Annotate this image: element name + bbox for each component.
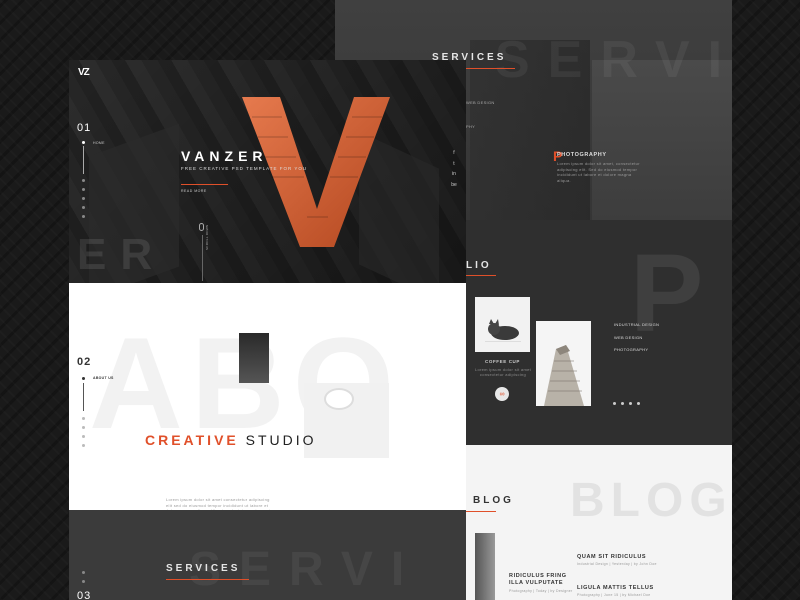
blog-ghost-text: BLOG	[570, 474, 732, 527]
card-text: Lorem ipsum dolor sit amet consectetur a…	[474, 367, 532, 377]
cat-photo[interactable]	[475, 297, 530, 352]
portfolio-underline	[466, 275, 496, 276]
about-title-rest: STUDIO	[245, 432, 317, 448]
person-photo	[239, 333, 269, 383]
category-web[interactable]: WEB DESIGN	[614, 335, 643, 340]
hero-accent-line	[181, 184, 228, 185]
blog-underline	[466, 511, 496, 512]
services-ghost-text: SERVI	[495, 31, 732, 89]
cat-image	[485, 319, 521, 342]
blog-post-3-title[interactable]: LIGULA MATTIS TELLUS	[577, 585, 654, 591]
hero-index: 01	[77, 122, 92, 134]
service-item-title: PHOTOGRAPHY	[557, 152, 607, 158]
nav-about-dot-4[interactable]	[82, 435, 85, 438]
flatiron-image	[544, 345, 584, 406]
pager-dot-3[interactable]	[629, 402, 632, 405]
behance-icon[interactable]: be	[450, 180, 458, 191]
building-card-photo[interactable]	[536, 321, 591, 406]
nav-label-home[interactable]: HOME	[93, 141, 105, 145]
portfolio-ghost-letter: P	[630, 232, 722, 355]
hero-section: VZ 01 HOME VANZER FREE CREATIVE PSD TEMP…	[69, 60, 466, 302]
front-panel: VZ 01 HOME VANZER FREE CREATIVE PSD TEMP…	[69, 60, 466, 600]
category-photography[interactable]: PHOTOGRAPHY	[614, 347, 648, 352]
hero-subtitle: FREE CREATIVE PSD TEMPLATE FOR YOU	[181, 166, 308, 171]
nav-dot-2[interactable]	[82, 179, 85, 182]
blog-post-3-meta: Photography | June 15 | by Michael Doe	[577, 593, 651, 597]
read-more-button[interactable]: READ MORE	[181, 189, 207, 193]
nav-about-dot-2[interactable]	[82, 417, 85, 420]
pager-dot-4[interactable]	[637, 402, 640, 405]
nav-dot-5[interactable]	[82, 206, 85, 209]
side-item-web[interactable]: WEB DESIGN	[466, 100, 495, 105]
nav-dot-6[interactable]	[82, 215, 85, 218]
side-item-phy[interactable]: PHY	[466, 124, 475, 129]
nav-label-about[interactable]: ABOUT US	[93, 376, 114, 380]
about-index: 02	[77, 356, 92, 368]
blog-post-2-title[interactable]: RIDICULUS FRING ILLA VULPUTATE	[509, 573, 567, 587]
blog-post-1-meta: Industrial Design | Yesterday | by John …	[577, 562, 657, 566]
pager-dot-2[interactable]	[621, 402, 624, 405]
nav-dot-4[interactable]	[82, 197, 85, 200]
blog-post-image[interactable]	[475, 533, 495, 600]
services-section-front: SERVI SERVICES 03	[69, 510, 466, 600]
link-icon: ∞	[499, 390, 505, 398]
facebook-icon[interactable]: f	[450, 148, 458, 159]
twitter-icon[interactable]: t	[450, 159, 458, 170]
cup-graphic	[324, 388, 354, 410]
linkedin-icon[interactable]: in	[450, 169, 458, 180]
portfolio-title: LIO	[466, 260, 492, 271]
v-letter-graphic	[242, 97, 390, 247]
nav-dot-about-active[interactable]	[82, 377, 85, 380]
blog-post-2-meta: Photography | Today | by Designer	[509, 589, 573, 593]
blog-post-1-title[interactable]: QUAM SIT RIDICULUS	[577, 554, 646, 560]
nav-about-line	[83, 383, 84, 411]
hero-title: VANZER	[181, 148, 268, 164]
services-front-title: SERVICES	[166, 563, 241, 574]
nav-services-dot-1[interactable]	[82, 571, 85, 574]
about-title: CREATIVE STUDIO	[145, 432, 317, 448]
nav-about-dot-3[interactable]	[82, 426, 85, 429]
hero-ghost-text: ER	[77, 230, 167, 279]
nav-about-dot-5[interactable]	[82, 444, 85, 447]
mouse-scroll-icon[interactable]	[199, 223, 204, 231]
blog-title: BLOG	[473, 495, 514, 506]
services-front-underline	[166, 579, 249, 580]
scroll-line	[202, 235, 203, 281]
card-link-button[interactable]: ∞	[495, 387, 509, 401]
pager-dot-1[interactable]	[613, 402, 616, 405]
nav-dot-home-active[interactable]	[82, 141, 85, 144]
about-section: ABO 02 ABOUT US CREATIVE STUDIO Lorem ip…	[69, 283, 466, 519]
social-links: f t in be	[450, 148, 458, 190]
nav-dot-3[interactable]	[82, 188, 85, 191]
about-title-accent: CREATIVE	[145, 432, 239, 448]
nav-active-line	[83, 146, 84, 174]
desk-photo	[304, 383, 389, 458]
category-industrial[interactable]: INDUSTRIAL DESIGN	[614, 322, 659, 327]
services-index: 03	[77, 590, 92, 600]
card-title: COFFEE CUP	[485, 359, 521, 364]
scroll-label: SCROLL DOWN	[205, 224, 209, 250]
nav-services-dot-2[interactable]	[82, 580, 85, 583]
brand-logo[interactable]: VZ	[78, 67, 90, 78]
service-item-body: Lorem ipsum dolor sit amet, consectetur …	[557, 161, 640, 183]
